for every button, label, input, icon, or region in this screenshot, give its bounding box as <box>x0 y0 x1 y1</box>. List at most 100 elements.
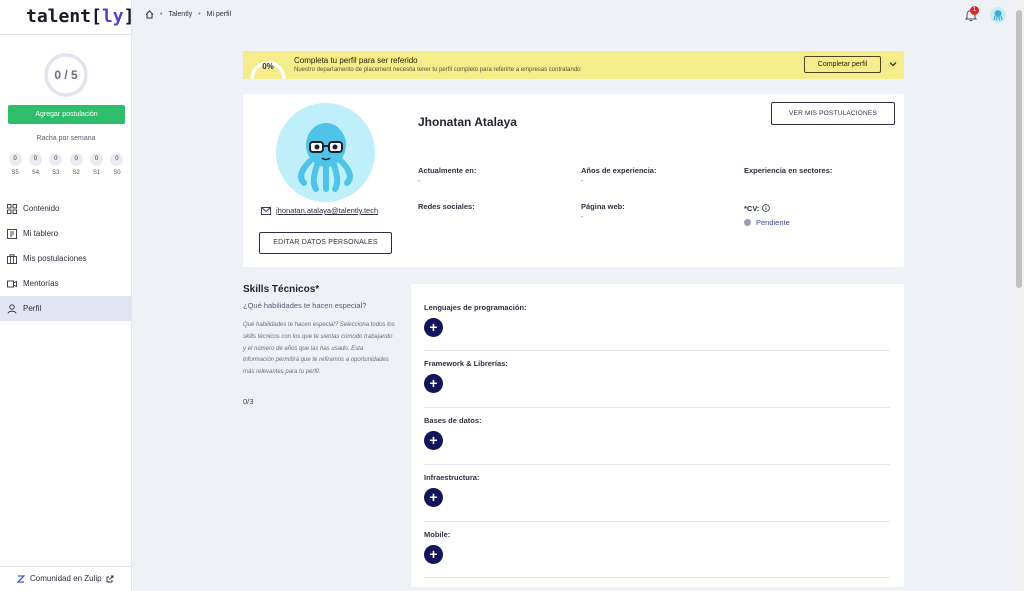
add-skill-button[interactable]: + <box>424 488 443 507</box>
octopus-mascot-icon <box>298 123 353 192</box>
zulip-icon <box>17 574 25 583</box>
streak-label: S4 <box>31 170 40 176</box>
streak-day: 0 S3 <box>49 153 63 176</box>
sidebar-nav: Contenido Mi tablero Mis postulaciones M… <box>0 196 132 321</box>
field-label: Página web: <box>581 202 625 211</box>
chevron-down-icon[interactable] <box>888 59 898 69</box>
board-icon <box>7 228 17 239</box>
logo-ly: ly <box>101 6 124 27</box>
logo-text: talent <box>26 6 92 27</box>
sidebar-divider <box>0 34 132 35</box>
complete-profile-banner: 0% Completa tu perfil para ser referido … <box>243 51 904 79</box>
streak-label: S0 <box>113 170 121 176</box>
sidebar-item-perfil[interactable]: Perfil <box>0 296 132 321</box>
zulip-label: Comunidad en Zulip <box>30 574 102 583</box>
field-label: Redes sociales: <box>418 202 475 211</box>
field-cv: *CV: Pendiente <box>744 204 790 227</box>
sidebar-item-mi-tablero[interactable]: Mi tablero <box>0 221 132 246</box>
cv-status-text: Pendiente <box>756 218 790 227</box>
field-label: *CV: <box>744 204 790 213</box>
skill-section-label: Framework & Librerías: <box>424 359 508 368</box>
streak-value: 0 <box>49 153 63 166</box>
complete-profile-button[interactable]: Completar perfil <box>804 56 881 73</box>
breadcrumb-talently[interactable]: Talently <box>168 11 192 18</box>
add-skill-button[interactable]: + <box>424 374 443 393</box>
avatar[interactable] <box>990 7 1006 23</box>
sidebar-item-label: Mis postulaciones <box>23 254 87 263</box>
postulation-progress: 0 / 5 <box>43 52 89 98</box>
breadcrumb-separator: • <box>198 11 201 18</box>
streak-value: 0 <box>69 153 83 166</box>
home-icon[interactable] <box>145 10 154 19</box>
streak-label: S1 <box>92 170 101 176</box>
streak-day: 0 S2 <box>69 153 83 176</box>
info-icon[interactable] <box>762 204 771 212</box>
streak-label: S5 <box>11 170 19 176</box>
sidebar-item-mentorias[interactable]: Mentorías <box>0 271 132 296</box>
briefcase-icon <box>7 253 17 264</box>
streak-value: 0 <box>110 153 124 166</box>
sidebar-item-label: Contenido <box>23 204 60 213</box>
video-icon <box>7 280 17 287</box>
octopus-avatar-icon <box>993 10 1003 21</box>
profile-percent: 0% <box>262 62 274 71</box>
breadcrumb-mi-perfil: Mi perfil <box>206 11 232 18</box>
sidebar-item-mis-postulaciones[interactable]: Mis postulaciones <box>0 246 132 271</box>
mail-icon <box>261 206 271 215</box>
banner-subtitle: Nuestro departamento de placement necesi… <box>294 67 581 73</box>
skills-question: ¿Qué habilidades te hacen especial? <box>243 301 367 310</box>
view-postulations-button[interactable]: VER MIS POSTULACIONES <box>771 102 895 125</box>
page-scrollbar-thumb[interactable] <box>1016 10 1022 288</box>
skill-section-label: Mobile: <box>424 530 451 539</box>
streak-day: 0 S1 <box>90 153 104 176</box>
field-sectors: Experiencia en sectores: <box>744 166 832 178</box>
skill-section-mobile: Mobile: + <box>424 530 890 578</box>
skill-section-databases: Bases de datos: + <box>424 416 890 465</box>
streak-day: 0 S0 <box>110 153 124 176</box>
add-skill-button[interactable]: + <box>424 545 443 564</box>
add-skill-button[interactable]: + <box>424 318 443 337</box>
notification-badge: 1 <box>970 6 979 15</box>
skills-count: 0/3 <box>243 397 254 406</box>
skill-section-label: Bases de datos: <box>424 416 482 425</box>
status-dot <box>744 219 751 226</box>
edit-personal-data-button[interactable]: EDITAR DATOS PERSONALES <box>259 232 392 254</box>
profile-avatar <box>276 103 375 202</box>
field-web: Página web: - <box>581 202 625 221</box>
zulip-community-link[interactable]: Comunidad en Zulip <box>17 574 114 583</box>
streak-value: 0 <box>28 153 42 166</box>
field-label: Años de experiencia: <box>581 166 657 175</box>
field-value: - <box>418 178 421 185</box>
skill-section-frameworks: Framework & Librerías: + <box>424 359 890 408</box>
field-label: Actualmente en: <box>418 166 477 175</box>
skills-title: Skills Técnicos* <box>243 284 320 295</box>
breadcrumb: • Talently • Mi perfil <box>145 10 231 19</box>
add-postulation-button[interactable]: Agregar postulación <box>8 105 125 124</box>
sidebar-item-label: Mentorías <box>23 279 59 288</box>
streak-value: 0 <box>90 153 104 166</box>
streak-label: S2 <box>72 170 80 176</box>
skill-section-label: Infraestructura: <box>424 473 480 482</box>
sidebar-item-label: Mi tablero <box>23 229 59 238</box>
sidebar-item-label: Perfil <box>23 304 42 313</box>
streak-day: 0 S5 <box>8 153 22 176</box>
skill-section-infrastructure: Infraestructura: + <box>424 473 890 522</box>
streak-label: S3 <box>52 170 60 176</box>
external-link-icon <box>106 575 114 582</box>
banner-title: Completa tu perfil para ser referido <box>294 56 418 65</box>
field-social: Redes sociales: <box>418 202 475 214</box>
talently-logo[interactable]: talent[ly] <box>26 6 134 27</box>
sidebar: talent[ly] 0 / 5 Agregar postulación Rac… <box>0 0 134 591</box>
profile-card: jhonatan.atalaya@talently.tech EDITAR DA… <box>243 94 904 267</box>
sidebar-divider <box>0 566 132 567</box>
weekly-streak: 0 S5 0 S4 0 S3 0 S2 0 S1 0 S0 <box>8 153 124 176</box>
user-icon <box>7 303 17 314</box>
add-skill-button[interactable]: + <box>424 431 443 450</box>
field-label: Experiencia en sectores: <box>744 166 833 175</box>
streak-value: 0 <box>8 153 22 166</box>
cv-label: *CV: <box>744 204 760 213</box>
field-value: - <box>581 178 584 185</box>
profile-email[interactable]: jhonatan.atalaya@talently.tech <box>261 206 378 215</box>
sidebar-item-contenido[interactable]: Contenido <box>0 196 132 221</box>
cv-status: Pendiente <box>744 218 790 227</box>
